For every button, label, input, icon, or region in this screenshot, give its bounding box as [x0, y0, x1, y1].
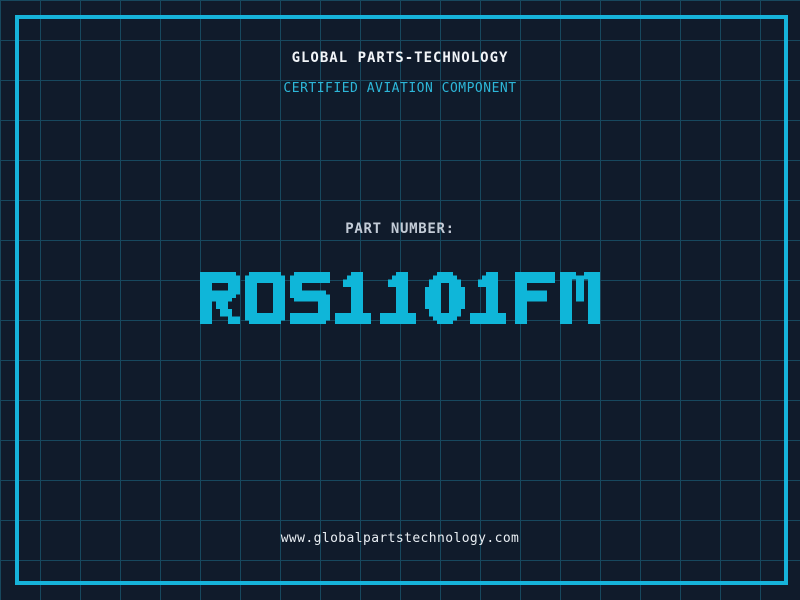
website-url: www.globalpartstechnology.com — [280, 531, 520, 546]
part-number-display — [0, 272, 800, 324]
part-number-glyph — [470, 272, 506, 324]
part-number-glyph — [290, 272, 330, 324]
certificate-canvas: { "header": { "company": "GLOBAL PARTS-T… — [0, 0, 800, 600]
part-number-glyph — [560, 272, 600, 324]
company-name: GLOBAL PARTS-TECHNOLOGY — [291, 50, 509, 66]
part-number-glyph — [245, 272, 285, 324]
part-number-label: PART NUMBER: — [345, 221, 455, 237]
part-number-glyph — [335, 272, 371, 324]
part-number-glyph — [425, 272, 465, 324]
part-number-glyph — [515, 272, 555, 324]
part-number-glyph — [380, 272, 416, 324]
certification-subtitle: CERTIFIED AVIATION COMPONENT — [283, 81, 517, 96]
part-number-glyph — [200, 272, 240, 324]
